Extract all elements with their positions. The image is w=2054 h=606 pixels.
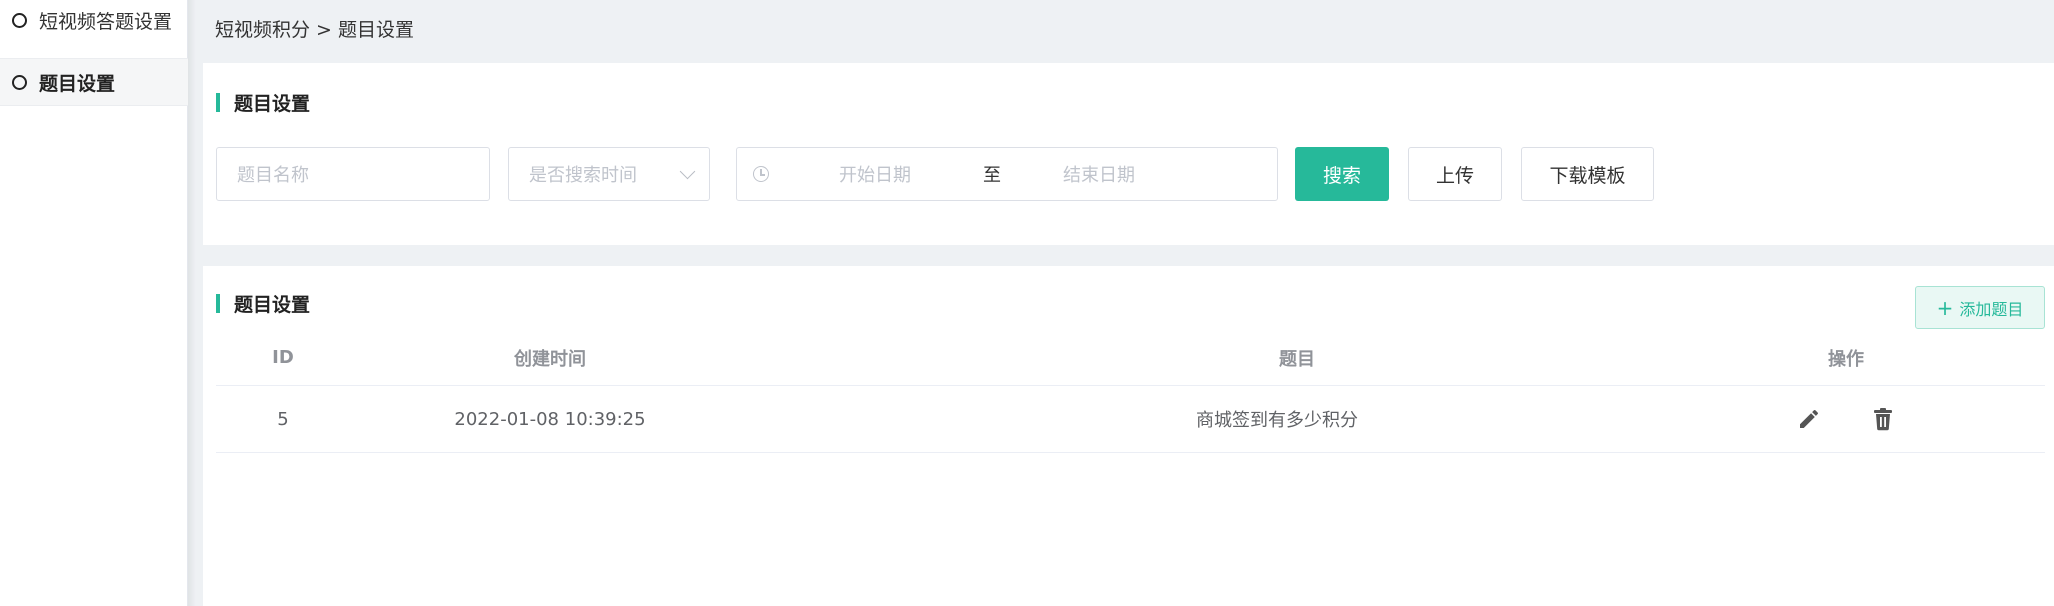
table-panel-title-text: 题目设置 xyxy=(234,294,311,316)
title-accent-bar xyxy=(216,294,220,313)
search-time-select[interactable]: 是否搜索时间 xyxy=(508,147,710,201)
filter-panel-title-text: 题目设置 xyxy=(234,93,311,115)
sidebar-item-video-quiz-settings[interactable]: 短视频答题设置 xyxy=(0,0,188,44)
column-header-question-text: 题目 xyxy=(1279,348,1315,370)
end-date-input[interactable]: 结束日期 xyxy=(1063,161,1135,187)
download-template-button[interactable]: 下载模板 xyxy=(1521,147,1654,201)
table-header: ID 创建时间 题目 操作 xyxy=(216,330,2045,386)
search-time-select-placeholder: 是否搜索时间 xyxy=(529,165,637,186)
question-name-placeholder: 题目名称 xyxy=(237,165,309,186)
column-header-actions: 操作 xyxy=(1828,348,1864,370)
breadcrumb: 短视频积分 > 题目设置 xyxy=(215,19,414,41)
add-question-label: 添加题目 xyxy=(1959,299,2024,319)
filter-panel-title: 题目设置 xyxy=(216,89,310,116)
plus-icon: + xyxy=(1936,295,1954,320)
circle-icon xyxy=(12,74,27,90)
filter-panel: 题目设置 题目名称 是否搜索时间 开始日期 至 结束日期 搜索 上传 下载模板 xyxy=(203,63,2054,245)
add-question-button[interactable]: + 添加题目 xyxy=(1915,286,2045,329)
edit-icon[interactable] xyxy=(1795,405,1823,433)
table-panel-title: 题目设置 xyxy=(216,290,310,317)
sidebar-item-label: 题目设置 xyxy=(39,72,116,95)
sidebar-item-label: 短视频答题设置 xyxy=(39,10,173,33)
start-date-input[interactable]: 开始日期 xyxy=(839,161,911,187)
chevron-down-icon xyxy=(679,163,696,179)
search-button[interactable]: 搜索 xyxy=(1295,147,1389,201)
title-accent-bar xyxy=(216,93,220,112)
sidebar-item-question-settings[interactable]: 题目设置 xyxy=(0,58,188,106)
upload-button[interactable]: 上传 xyxy=(1408,147,1502,201)
cell-question-text: 商城签到有多少积分 xyxy=(1196,410,1358,431)
question-table-panel: 题目设置 + 添加题目 ID 创建时间 题目 操作 5 2022-01-08 1… xyxy=(203,266,2054,606)
delete-icon[interactable] xyxy=(1869,405,1897,433)
date-range-separator: 至 xyxy=(983,165,1001,186)
circle-icon xyxy=(12,12,27,28)
date-range-picker[interactable]: 开始日期 至 结束日期 xyxy=(736,147,1278,201)
table-row: 5 2022-01-08 10:39:25 商城签到有多少积分 xyxy=(216,386,2045,453)
question-name-input[interactable]: 题目名称 xyxy=(216,147,490,201)
clock-icon xyxy=(753,166,769,182)
sidebar-divider xyxy=(188,0,196,606)
cell-actions xyxy=(1746,386,1946,452)
sidebar: 短视频答题设置 题目设置 xyxy=(0,0,188,606)
